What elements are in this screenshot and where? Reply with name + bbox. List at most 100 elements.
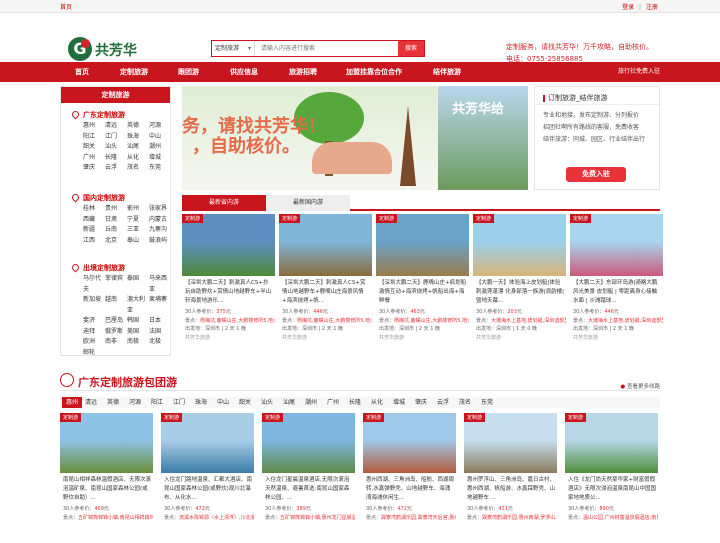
tour-card-image[interactable]: 定制游 [464, 413, 557, 473]
city-tab[interactable]: 潮州 [305, 397, 317, 408]
sidebar-destination-link[interactable]: 邮轮 [83, 348, 105, 359]
sidebar-destination-link[interactable]: 茂名 [127, 163, 149, 174]
sidebar-destination-link[interactable]: 惠州 [83, 121, 105, 132]
tab-domestic[interactable]: 最新国内游 [266, 195, 350, 211]
city-tab[interactable]: 云浮 [437, 397, 449, 408]
tour-card-title[interactable]: 惠州罗浮山、三角洲岛、嘉日古村、惠州西湖、帆船游、水鑫踩野秃、山地越野车 ... [464, 473, 557, 505]
search-input[interactable] [255, 41, 398, 56]
sidebar-destination-link[interactable]: 北京 [105, 236, 127, 247]
tour-card-title[interactable]: 【大鹏一天】体验海上皮划艇|体验刺激莲蓬漂 化身部落一族游|浪韵楼|暨地天幕..… [473, 276, 566, 308]
tour-card-agency[interactable]: 共芳华旅游 [473, 334, 566, 343]
city-tab[interactable]: 汕头 [261, 397, 273, 408]
tab-province[interactable]: 最新省内游 [182, 195, 266, 211]
tour-card-image[interactable]: 定制游 [262, 413, 355, 473]
sidebar-destination-link[interactable]: 新疆 [83, 225, 105, 236]
login-link[interactable]: 登录 [622, 4, 634, 11]
sidebar-destination-link[interactable]: 从化 [127, 153, 149, 164]
city-tab[interactable]: 阳江 [151, 397, 163, 408]
sidebar-destination-link[interactable]: 美国 [127, 327, 149, 338]
tour-card-image[interactable]: 定制游 [570, 214, 663, 276]
sidebar-destination-link[interactable]: 阳江 [83, 132, 105, 143]
tour-card[interactable]: 定制游 南昆山相祥森林温假酒店、无限次滚泡温矿泉、南昆山国家森林公园(或野炊自助）… [60, 413, 153, 543]
tour-card-title[interactable]: 入住龙门路地温泉、汇都大酒店、南昆山国家森林公园(或野炊)观川北瀑布、从化水..… [161, 473, 254, 505]
city-tab[interactable]: 汕尾 [283, 397, 295, 408]
city-tab[interactable]: 河源 [129, 397, 141, 408]
tour-card[interactable]: 定制游 惠州西湖、三角洲岛、船舫、西湖周转,水鑫弹野秃、山地越野车、海涌湾海滩休闲… [363, 413, 456, 543]
tour-card-image[interactable]: 定制游 [363, 413, 456, 473]
sidebar-destination-link[interactable]: 江西 [83, 236, 105, 247]
sidebar-destination-link[interactable]: 河源 [149, 121, 171, 132]
tour-card-title[interactable]: 【大鹏二天】东部环岛游|骑略大鹏风光美景 皮划艇 | 零距离身心接触水面 | 沙… [570, 276, 663, 308]
sidebar-destination-link[interactable]: 菲律宾 [105, 274, 127, 295]
tour-card-image[interactable]: 定制游 [60, 413, 153, 473]
tour-card-image[interactable]: 定制游 [473, 214, 566, 276]
nav-item-jobs[interactable]: 旅游招聘 [289, 62, 317, 82]
nav-item-supply[interactable]: 供应信息 [230, 62, 258, 82]
nav-item-custom-travel[interactable]: 定制旅游 [120, 62, 148, 82]
sidebar-destination-link[interactable]: 云浮 [105, 163, 127, 174]
sidebar-destination-link[interactable]: 泰国 [127, 274, 149, 295]
nav-item-companion[interactable]: 结伴旅游 [433, 62, 461, 82]
tour-card-image[interactable]: 定制游 [376, 214, 469, 276]
tour-card[interactable]: 定制游 【深圳大鹏二天】刺激真人CS+赏情山地越野车+鹿嘴山庄海景风情+海滨烧烤+… [279, 214, 372, 364]
sidebar-destination-link[interactable]: 增城 [149, 153, 171, 164]
tour-card-title[interactable]: 【深圳大鹏二天】刺激真人CS+赏情山地越野车+鹿嘴山庄海景风情+海滨烧烤+帆..… [279, 276, 372, 308]
sidebar-destination-link[interactable]: 迪拜 [83, 327, 105, 338]
search-button[interactable]: 搜索 [398, 41, 424, 56]
sidebar-destination-link[interactable]: 鼓浪屿 [149, 236, 171, 247]
sidebar-destination-link[interactable]: 肇庆 [83, 163, 105, 174]
sidebar-destination-link[interactable]: 潮州 [149, 142, 171, 153]
more-routes-link[interactable]: ● 查看更多线路 [620, 382, 660, 390]
hero-banner[interactable]: 务，请找共芳华！ ，自助核价。 共芳华给 [182, 86, 528, 190]
tour-card-title[interactable]: 惠州西湖、三角洲岛、船舫、西湖周转,水鑫弹野秃、山地越野车、海涌湾海滩休闲生..… [363, 473, 456, 505]
city-tab[interactable]: 广州 [327, 397, 339, 408]
sidebar-destination-link[interactable]: 马来西亚 [149, 274, 171, 295]
tour-card-title[interactable]: 【深圳大鹏二天】鹿嘴山庄+疯划船激情互动+海滨烧烤+帆船出海+海鲜餐 [376, 276, 469, 308]
sidebar-destination-link[interactable]: 九寨沟 [149, 225, 171, 236]
tour-card-agency[interactable]: 共芳华旅游 [182, 334, 275, 343]
sidebar-destination-link[interactable]: 马尔代夫 [83, 274, 105, 295]
tour-card-agency[interactable]: 共芳华旅游 [570, 334, 663, 343]
tour-card-agency[interactable]: 共芳华旅游 [279, 334, 372, 343]
sidebar-destination-link[interactable]: 东莞 [149, 163, 171, 174]
tour-card-image[interactable]: 定制游 [565, 413, 658, 473]
sidebar-section-title[interactable]: 广东定制旅游 [61, 109, 170, 121]
city-tab[interactable]: 英德 [107, 397, 119, 408]
sidebar-destination-link[interactable]: 韩国 [127, 316, 149, 327]
sidebar-section-title[interactable]: 出境定制旅游 [61, 262, 170, 274]
city-tab[interactable]: 肇庆 [415, 397, 427, 408]
city-tab[interactable]: 惠州 [62, 397, 83, 408]
nav-free-join[interactable]: 旅行社免费入驻 [618, 62, 660, 82]
sidebar-destination-link[interactable]: 泰山 [127, 236, 149, 247]
search-category-select[interactable]: 定制旅游 [212, 41, 255, 56]
sidebar-destination-link[interactable]: 宁夏 [127, 215, 149, 226]
sidebar-destination-link[interactable]: 俄罗斯 [105, 327, 127, 338]
sidebar-destination-link[interactable]: 新加坡 [83, 295, 105, 316]
sidebar-destination-link[interactable]: 欧洲 [83, 337, 105, 348]
tour-card-title[interactable]: 南昆山相祥森林温假酒店、无限次滚泡温矿泉、南昆山国家森林公园(或野炊自助）... [60, 473, 153, 505]
free-join-button[interactable]: 免费入驻 [566, 167, 626, 182]
nav-item-home[interactable]: 首页 [75, 62, 89, 82]
tour-card-title[interactable]: 入住龙门星晨温泉酒店,无限次滚泡天然温泉、避暑首选:南昆山国家森林公园、... [262, 473, 355, 505]
sidebar-destination-link[interactable]: 江门 [105, 132, 127, 143]
tour-card[interactable]: 定制游 惠州罗浮山、三角洲岛、嘉日古村、惠州西湖、帆船游、水鑫踩野秃、山地越野车 … [464, 413, 557, 543]
tour-card-title[interactable]: 入住《龙门尚天然豪华家+财富假假酒店》无限次浸泡温泉南昆山中国国家地地质公... [565, 473, 658, 505]
city-tab[interactable]: 清远 [85, 397, 97, 408]
top-home-link[interactable]: 首页 [60, 2, 72, 11]
sidebar-destination-link[interactable]: 珠海 [127, 132, 149, 143]
nav-item-franchise[interactable]: 加盟挂靠合位合作 [346, 62, 402, 82]
tour-card-agency[interactable]: 共芳华旅游 [376, 334, 469, 343]
sidebar-destination-link[interactable]: 甘肃 [105, 215, 127, 226]
sidebar-destination-link[interactable]: 丘南 [105, 225, 127, 236]
city-tab[interactable]: 增城 [393, 397, 405, 408]
tour-card[interactable]: 定制游 【深圳大鹏二天】鹿嘴山庄+疯划船激情互动+海滨烧烤+帆船出海+海鲜餐 30人… [376, 214, 469, 364]
sidebar-destination-link[interactable]: 南非 [105, 337, 127, 348]
sidebar-destination-link[interactable]: 柬埔寨 [149, 295, 171, 316]
city-tab[interactable]: 韶关 [239, 397, 251, 408]
sidebar-destination-link[interactable]: 贵州 [105, 204, 127, 215]
sidebar-destination-link[interactable]: 日本 [149, 316, 171, 327]
sidebar-destination-link[interactable]: 中山 [149, 132, 171, 143]
city-tab[interactable]: 东莞 [481, 397, 493, 408]
city-tab[interactable]: 茂名 [459, 397, 471, 408]
sidebar-destination-link[interactable]: 嵛州 [127, 204, 149, 215]
